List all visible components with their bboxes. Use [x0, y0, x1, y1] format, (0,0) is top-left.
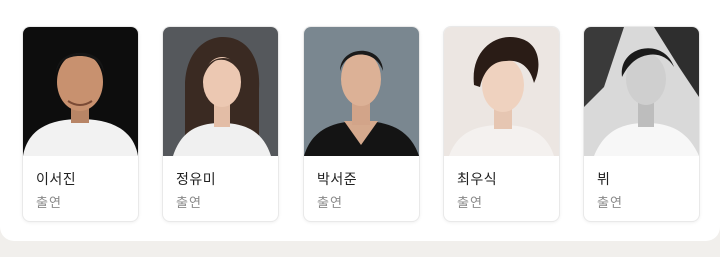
cast-role: 출연	[597, 196, 623, 211]
cast-name: 최우식	[457, 172, 498, 188]
cast-card[interactable]: 뷔 출연	[583, 26, 700, 222]
cast-name: 박서준	[317, 172, 358, 188]
cast-photo	[163, 27, 278, 156]
cast-role: 출연	[176, 196, 202, 211]
cast-name: 뷔	[597, 172, 611, 188]
cast-photo	[444, 27, 559, 156]
cast-name: 정유미	[176, 172, 217, 188]
cast-panel: 이서진 출연 정유미 출연 박서준 출연 최우식 출연 뷔 출연	[0, 0, 720, 241]
cast-role: 출연	[36, 196, 62, 211]
cast-card[interactable]: 박서준 출연	[303, 26, 420, 222]
cast-photo	[304, 27, 419, 156]
cast-card[interactable]: 최우식 출연	[443, 26, 560, 222]
cast-photo	[23, 27, 138, 156]
cast-role: 출연	[317, 196, 343, 211]
cast-role: 출연	[457, 196, 483, 211]
cast-card[interactable]: 이서진 출연	[22, 26, 139, 222]
cast-photo	[584, 27, 699, 156]
cast-card[interactable]: 정유미 출연	[162, 26, 279, 222]
cast-name: 이서진	[36, 172, 77, 188]
